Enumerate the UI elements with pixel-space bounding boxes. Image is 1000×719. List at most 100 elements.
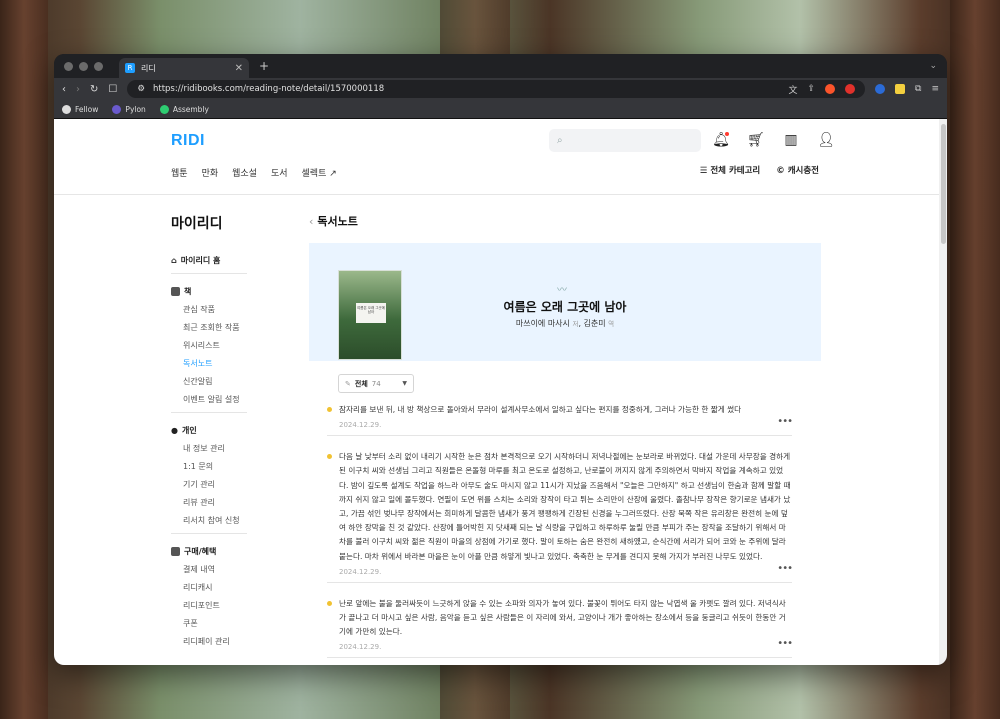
sidebar-item-ridipay[interactable]: 리디페이 관리 [183,636,251,646]
forward-icon[interactable]: › [76,84,80,95]
note-text[interactable]: 잠자리를 보낸 뒤, 내 방 책상으로 돌아와서 무라이 설계사무소에서 일하고… [339,403,792,417]
sidebar-item-profile[interactable]: 내 정보 관리 [183,443,251,453]
brave-shields-icon[interactable] [825,84,836,94]
bookmark-assembly[interactable]: Assembly [159,104,209,114]
book-cover[interactable]: 여름은 오래 그곳에 남아 [338,270,402,360]
sidebar-item-interest[interactable]: 관심 작품 [183,304,251,314]
minimize-window-button[interactable] [79,61,88,71]
sidebar-section-books: 책 [171,286,251,297]
sidebar-item-ridipoint[interactable]: 리디포인트 [183,600,251,610]
nav-webtoon[interactable]: 웹툰 [171,166,188,179]
toolbar: ‹ › ↻ ☐ ⚙ https://ridibooks.com/reading-… [54,78,947,100]
highlight-dot [327,600,332,606]
sidebar-item-inquiry[interactable]: 1:1 문의 [183,461,251,471]
close-window-button[interactable] [64,61,73,71]
sidebar-item-coupon[interactable]: 쿠폰 [183,618,251,628]
assembly-icon [159,104,169,114]
site-settings-icon[interactable]: ⚙ [137,84,145,94]
share-icon[interactable]: ⇪ [807,84,815,94]
sidebar-item-ridicash[interactable]: 리디캐시 [183,582,251,592]
ridi-favicon-icon: R [125,63,135,73]
extension-1-icon[interactable] [875,84,886,94]
external-link-icon: ↗ [329,169,337,179]
author-name[interactable]: 마쓰이에 마사시 [516,319,570,328]
sidebar-item-research[interactable]: 리서치 참여 신청 [183,515,251,525]
bookmark-label: Fellow [75,104,99,114]
back-chevron-icon[interactable]: ‹ [309,215,313,228]
all-categories-button[interactable]: ☰ 전체 카테고리 [700,164,760,176]
nav-select[interactable]: 셀렉트 ↗ [302,166,337,179]
book-banner: 여름은 오래 그곳에 남아 〰 여름은 오래 그곳에 남아 마쓰이에 마사시 저… [309,243,821,361]
address-bar[interactable]: ⚙ https://ridibooks.com/reading-note/det… [127,80,866,98]
breadcrumb[interactable]: ‹ 독서노트 [309,213,821,229]
notification-bell-icon[interactable]: 🔔︎ [712,131,730,149]
cash-charge-button[interactable]: © 캐시충전 [776,164,819,176]
sidebar-item-event-alert[interactable]: 이벤트 알림 설정 [183,394,251,404]
sidebar-home[interactable]: ⌂ 마이리디 홈 [171,255,251,266]
back-icon[interactable]: ‹ [62,84,66,95]
menu-icon[interactable]: ≡ [931,84,939,94]
more-options-icon[interactable]: ••• [777,638,793,649]
fellow-icon [62,104,71,114]
nav-webnovel[interactable]: 웹소설 [232,166,257,179]
tab-bar: R 리디 ✕ + ⌄ [54,54,947,78]
site-header: RIDI ⌕ 🔔︎ 🛒︎ ▥ 👤︎ 웹툰 만화 웹소설 도서 셀렉트 ↗ ☰ 전… [54,119,939,195]
sidebar-item-devices[interactable]: 기기 관리 [183,479,251,489]
extensions-icon[interactable]: ⧉ [915,84,921,94]
wave-icon: 〰 [557,285,567,296]
translate-icon[interactable]: 文 [788,83,797,96]
library-icon[interactable]: ▥ [782,131,800,149]
more-options-icon[interactable]: ••• [777,563,793,574]
nav-books[interactable]: 도서 [271,166,288,179]
sidebar-item-payments[interactable]: 결제 내역 [183,564,251,574]
translator-role: 역 [608,320,615,328]
sidebar-item-new-release[interactable]: 신간알림 [183,376,251,386]
more-options-icon[interactable]: ••• [777,416,793,427]
chevron-down-icon: ▼ [402,380,407,387]
cart-icon[interactable]: 🛒︎ [747,131,765,149]
web-page: RIDI ⌕ 🔔︎ 🛒︎ ▥ 👤︎ 웹툰 만화 웹소설 도서 셀렉트 ↗ ☰ 전… [54,119,939,665]
list-item: 잠자리를 보낸 뒤, 내 방 책상으로 돌아와서 무라이 설계사무소에서 일하고… [327,403,793,437]
brave-rewards-icon[interactable] [845,84,856,94]
bookmark-icon[interactable]: ☐ [108,84,117,95]
note-list: 잠자리를 보낸 뒤, 내 방 책상으로 돌아와서 무라이 설계사무소에서 일하고… [327,403,793,659]
note-date: 2024.12.29. [339,567,382,576]
close-tab-icon[interactable]: ✕ [235,63,243,74]
highlight-dot [327,407,332,412]
section-label: 구매/혜택 [184,547,217,556]
home-icon: ⌂ [171,256,177,265]
book-authors: 마쓰이에 마사시 저, 김춘미 역 [515,319,615,328]
person-icon: ● [171,426,178,435]
user-icon[interactable]: 👤︎ [817,131,835,149]
highlight-dot [327,454,332,460]
section-label: 개인 [181,426,197,435]
new-tab-icon[interactable]: + [259,59,269,73]
book-icon [171,287,180,296]
nav-comics[interactable]: 만화 [202,166,219,179]
tab-search-chevron-icon[interactable]: ⌄ [929,61,937,71]
window-controls[interactable] [64,61,103,71]
bookmark-pylon[interactable]: Pylon [112,104,146,114]
note-filter-select[interactable]: ✎ 전체 74 ▼ [338,374,414,393]
sidebar-item-recent[interactable]: 최근 조회한 작품 [183,322,251,332]
note-text[interactable]: 난로 앞에는 불을 둘러싸듯이 느긋하게 앉을 수 있는 소파와 의자가 놓여 … [339,597,792,640]
scroll-thumb[interactable] [941,124,946,244]
note-text[interactable]: 다음 날 낮부터 소리 없이 내리기 시작한 눈은 점차 본격적으로 오기 시작… [339,450,792,564]
zoom-window-button[interactable] [94,61,103,71]
tab-ridi[interactable]: R 리디 ✕ [119,58,249,78]
bookmarks-bar: Fellow Pylon Assembly [54,100,947,119]
sidebar-item-wishlist[interactable]: 위시리스트 [183,340,251,350]
book-title[interactable]: 여름은 오래 그곳에 남아 [309,298,821,315]
sidebar-section-personal: ● 개인 [171,425,251,436]
bookmark-fellow[interactable]: Fellow [62,104,99,114]
search-input[interactable]: ⌕ [549,129,701,152]
card-icon [171,547,180,556]
reload-icon[interactable]: ↻ [90,84,98,95]
sidebar-item-reading-note[interactable]: 독서노트 [183,358,251,368]
cash-icon: © [776,166,785,176]
sidebar-title: 마이리디 [171,216,223,232]
sidebar-item-reviews[interactable]: 리뷰 관리 [183,497,251,507]
extension-2-icon[interactable] [895,84,906,94]
translator-name[interactable]: 김춘미 [584,319,606,328]
ridi-logo[interactable]: RIDI [171,132,205,150]
